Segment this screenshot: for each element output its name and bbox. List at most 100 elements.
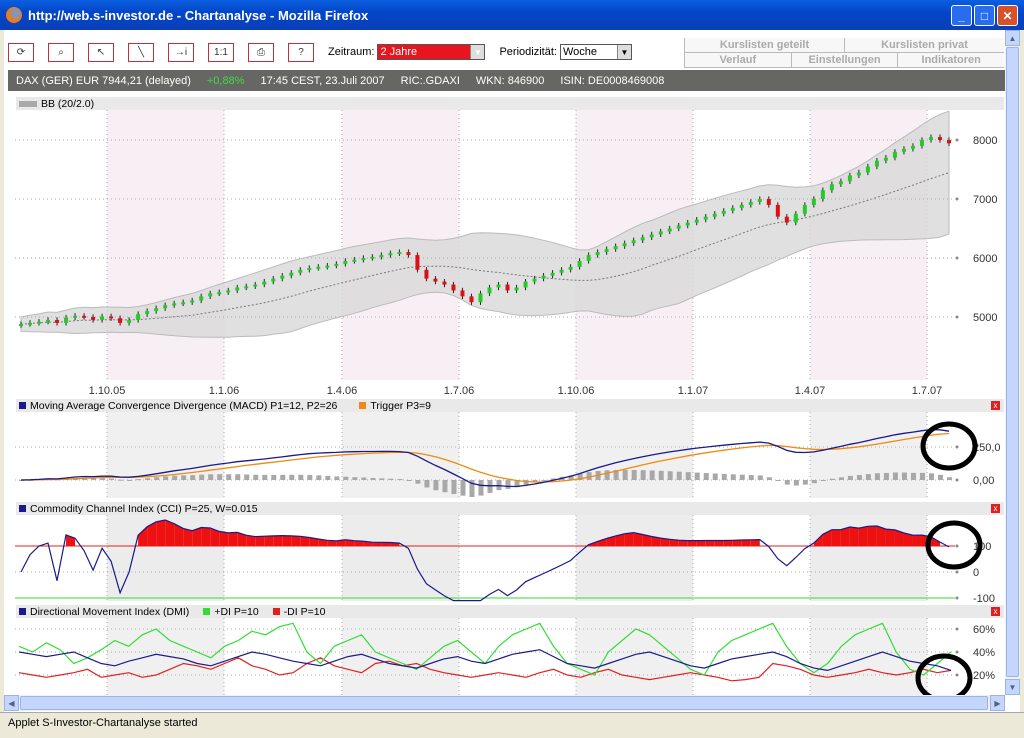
- cci-overbought-fill: [687, 540, 697, 546]
- candle-body: [730, 207, 735, 211]
- horizontal-scrollbar[interactable]: ◀ ▶: [4, 695, 1005, 711]
- maximize-button[interactable]: □: [974, 5, 995, 26]
- candle-body: [379, 255, 384, 258]
- tab-indikatoren[interactable]: Indikatoren: [897, 53, 1005, 67]
- candle-body: [73, 315, 78, 318]
- y-tick-label: -100: [973, 593, 995, 603]
- candle-body: [55, 319, 60, 323]
- candle-body: [451, 284, 456, 291]
- histogram-bar: [163, 476, 169, 480]
- print-button[interactable]: ⎙: [248, 42, 274, 62]
- histogram-bar: [370, 477, 376, 480]
- dmi-chart[interactable]: 20% 40% 60%: [4, 618, 1004, 695]
- candle-body: [703, 216, 708, 220]
- quarter-shade: [576, 412, 693, 498]
- tick-mark: [955, 197, 959, 201]
- y-tick-label: 8000: [973, 135, 997, 147]
- tab-einstellungen[interactable]: Einstellungen: [790, 53, 898, 67]
- histogram-bar: [244, 474, 250, 480]
- candle-body: [280, 275, 285, 279]
- price-chart[interactable]: 5000 6000 7000 8000 1.10.05 1.1.06 1.4.06 1.7.0…: [4, 110, 1004, 400]
- reset-zoom-button[interactable]: 1:1: [208, 42, 234, 62]
- x-tick-label: 1.4.06: [327, 385, 358, 397]
- macd-legend-swatch: [19, 402, 26, 409]
- scroll-right-icon[interactable]: ▶: [990, 695, 1005, 711]
- help-button[interactable]: ?: [288, 42, 314, 62]
- minimize-button[interactable]: _: [951, 5, 972, 26]
- histogram-bar: [892, 472, 898, 480]
- refresh-button[interactable]: ⟳: [8, 42, 34, 62]
- close-cci-icon[interactable]: x: [991, 504, 1000, 513]
- x-tick-label: 1.1.07: [678, 385, 709, 397]
- histogram-bar: [235, 474, 241, 480]
- histogram-bar: [757, 475, 763, 480]
- candle-body: [541, 275, 546, 279]
- tab-kurslisten-privat[interactable]: Kurslisten privat: [844, 38, 1004, 52]
- cci-overbought-fill: [255, 536, 265, 546]
- histogram-bar: [919, 472, 925, 480]
- periodizitaet-select[interactable]: Woche ▼: [559, 44, 632, 60]
- vertical-scroll-thumb[interactable]: [1006, 47, 1019, 677]
- quarter-shade: [342, 412, 459, 498]
- cci-overbought-fill: [849, 526, 859, 546]
- cci-overbought-fill: [912, 535, 922, 546]
- cci-overbought-fill: [741, 539, 751, 546]
- histogram-bar: [145, 478, 151, 480]
- candle-body: [217, 292, 222, 295]
- cci-overbought-fill: [714, 540, 724, 546]
- y-tick-label: 0: [973, 567, 979, 579]
- histogram-bar: [181, 475, 187, 480]
- zeitraum-value: 2 Jahre: [380, 46, 418, 58]
- tab-verlauf[interactable]: Verlauf: [684, 53, 791, 67]
- candle-body: [892, 151, 897, 158]
- candle-body: [235, 287, 240, 291]
- candle-body: [298, 269, 303, 273]
- trigger-legend-swatch: [359, 402, 367, 409]
- trendline-button[interactable]: ╲: [128, 42, 154, 62]
- applet-area: ⟳ ⌕ ↖ ╲ →i 1:1 ⎙? Zeitraum: 2 Jahre ▼ Periodizi…: [4, 30, 1020, 712]
- candle-body: [109, 316, 114, 319]
- horizontal-scroll-thumb[interactable]: [20, 696, 988, 710]
- histogram-bar: [829, 478, 835, 480]
- cci-chart[interactable]: -1000100: [4, 515, 1004, 603]
- scroll-down-icon[interactable]: ▼: [1005, 679, 1020, 695]
- periodizitaet-value: Woche: [562, 46, 597, 58]
- x-tick-label: 1.1.06: [209, 385, 240, 397]
- info-button[interactable]: →i: [168, 42, 194, 62]
- candle-body: [721, 210, 726, 214]
- candle-body: [136, 314, 141, 320]
- zoom-button[interactable]: ⌕: [48, 42, 74, 62]
- scroll-left-icon[interactable]: ◀: [4, 695, 19, 711]
- tick-mark: [955, 138, 959, 142]
- candle-body: [649, 234, 654, 238]
- vertical-scrollbar[interactable]: ▲ ▼: [1005, 30, 1020, 695]
- histogram-bar: [199, 474, 205, 480]
- quarter-shade: [342, 515, 459, 601]
- histogram-bar: [343, 476, 349, 480]
- close-button[interactable]: ✕: [997, 5, 1018, 26]
- candle-body: [757, 199, 762, 202]
- cursor-button[interactable]: ↖: [88, 42, 114, 62]
- histogram-bar: [649, 470, 655, 480]
- candle-body: [424, 269, 429, 279]
- histogram-bar: [280, 474, 286, 480]
- candle-body: [289, 272, 294, 276]
- candle-body: [658, 231, 663, 235]
- close-dmi-icon[interactable]: x: [991, 607, 1000, 616]
- candle-body: [622, 243, 627, 247]
- cci-legend-swatch: [19, 505, 26, 512]
- histogram-bar: [937, 474, 943, 480]
- candle-body: [532, 278, 537, 282]
- candle-body: [775, 204, 780, 217]
- ric: RIC:.GDAXI: [400, 74, 460, 87]
- histogram-bar: [694, 472, 700, 480]
- scroll-up-icon[interactable]: ▲: [1005, 30, 1020, 46]
- tab-kurslisten-geteilt[interactable]: Kurslisten geteilt: [684, 38, 844, 52]
- candle-body: [154, 308, 159, 312]
- histogram-bar: [748, 475, 754, 480]
- macd-chart[interactable]: 0,00250,0: [4, 412, 1004, 500]
- y-tick-label: 6000: [973, 253, 997, 265]
- zeitraum-select[interactable]: 2 Jahre ▼: [377, 44, 486, 60]
- status-bar: Applet S-Investor-Chartanalyse started: [0, 712, 1024, 738]
- close-macd-icon[interactable]: x: [991, 401, 1000, 410]
